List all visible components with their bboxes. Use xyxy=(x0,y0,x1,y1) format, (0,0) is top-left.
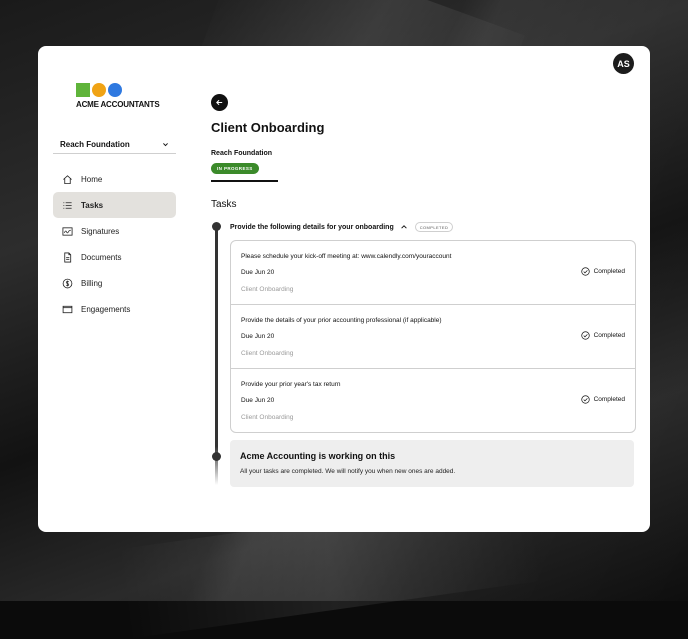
task-category: Client Onboarding xyxy=(241,350,294,357)
app-window: AS ACME ACCOUNTANTS Reach Foundation Hom… xyxy=(38,46,650,532)
chevron-up-icon[interactable] xyxy=(400,223,408,231)
home-icon xyxy=(63,174,72,184)
chevron-down-icon xyxy=(163,143,168,147)
sidebar-item-billing[interactable]: Billing xyxy=(53,270,176,296)
task-status-label: Completed xyxy=(593,268,625,275)
task-status: Completed xyxy=(580,267,625,276)
task-title: Please schedule your kick-off meeting at… xyxy=(241,253,452,260)
sidebar-item-label: Billing xyxy=(81,278,103,288)
task-due-date: Due Jun 20 xyxy=(241,333,275,340)
sidebar-item-signatures[interactable]: Signatures xyxy=(53,218,176,244)
user-avatar[interactable]: AS xyxy=(613,53,634,74)
task-item[interactable]: Provide the details of your prior accoun… xyxy=(231,305,635,369)
task-status: Completed xyxy=(580,395,625,404)
tasks-heading: Tasks xyxy=(211,199,237,210)
task-group-status-badge: COMPLETED xyxy=(414,222,454,232)
sidebar-item-label: Home xyxy=(81,174,103,184)
org-selector-label: Reach Foundation xyxy=(60,140,130,149)
notice-body: All your tasks are completed. We will no… xyxy=(240,468,456,475)
sidebar-item-engagements[interactable]: Engagements xyxy=(53,296,176,322)
sidebar-item-label: Engagements xyxy=(81,304,131,314)
task-title: Provide your prior year's tax return xyxy=(241,381,341,388)
task-list: Please schedule your kick-off meeting at… xyxy=(230,240,636,433)
org-name: Reach Foundation xyxy=(211,150,273,157)
task-status-label: Completed xyxy=(593,332,625,339)
timeline-line xyxy=(215,227,218,485)
sidebar-item-home[interactable]: Home xyxy=(53,166,176,192)
task-item[interactable]: Provide your prior year's tax return Due… xyxy=(231,369,635,432)
org-selector[interactable]: Reach Foundation xyxy=(53,136,176,154)
task-due-date: Due Jun 20 xyxy=(241,269,275,276)
signature-icon xyxy=(62,226,73,236)
logo-circle-orange xyxy=(92,83,106,97)
brand-name: ACME ACCOUNTANTS xyxy=(76,100,160,109)
notice-title: Acme Accounting is working on this xyxy=(240,451,396,461)
timeline-dot xyxy=(212,452,221,461)
task-due-date: Due Jun 20 xyxy=(241,397,275,404)
task-status-label: Completed xyxy=(593,396,625,403)
task-item[interactable]: Please schedule your kick-off meeting at… xyxy=(231,241,635,305)
page-title: Client Onboarding xyxy=(211,120,325,135)
timeline-dot xyxy=(212,222,221,231)
task-group-title: Provide the following details for your o… xyxy=(230,223,394,231)
sidebar-item-documents[interactable]: Documents xyxy=(53,244,176,270)
task-group-header[interactable]: Provide the following details for your o… xyxy=(230,222,454,232)
check-circle-icon xyxy=(580,395,590,404)
completion-notice: Acme Accounting is working on this All y… xyxy=(230,440,634,487)
status-badge: IN PROGRESS xyxy=(211,163,259,174)
check-circle-icon xyxy=(580,267,590,276)
sidebar-item-label: Tasks xyxy=(81,200,104,210)
back-button[interactable] xyxy=(211,94,228,111)
sidebar-item-label: Documents xyxy=(81,252,122,262)
dollar-icon xyxy=(62,278,73,288)
list-icon xyxy=(63,201,72,209)
logo-circle-blue xyxy=(108,83,122,97)
task-category: Client Onboarding xyxy=(241,286,294,293)
arrow-left-icon xyxy=(216,99,223,106)
logo-square xyxy=(76,83,90,97)
section-underline xyxy=(211,180,278,182)
task-category: Client Onboarding xyxy=(241,414,294,421)
sidebar-item-label: Signatures xyxy=(81,226,120,236)
task-status: Completed xyxy=(580,331,625,340)
sidebar-nav: Home Tasks Signatures Documents Billing … xyxy=(53,166,176,322)
check-circle-icon xyxy=(580,331,590,340)
mail-icon xyxy=(62,305,73,313)
sidebar-item-tasks[interactable]: Tasks xyxy=(53,192,176,218)
task-title: Provide the details of your prior accoun… xyxy=(241,317,442,324)
document-icon xyxy=(64,252,72,262)
